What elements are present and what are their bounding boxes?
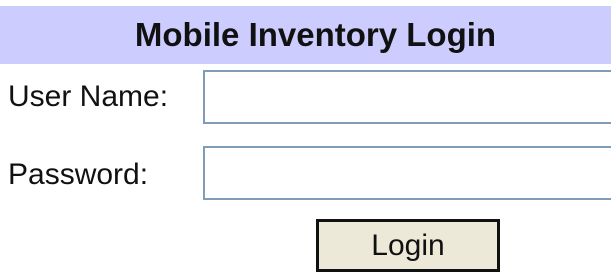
username-label: User Name: — [8, 80, 169, 113]
password-input[interactable] — [203, 146, 611, 200]
login-button[interactable]: Login — [316, 219, 500, 272]
header-bar: Mobile Inventory Login — [0, 6, 611, 64]
page-title: Mobile Inventory Login — [134, 16, 497, 53]
username-input[interactable] — [203, 70, 611, 124]
password-label: Password: — [8, 158, 149, 191]
login-page: Mobile Inventory Login User Name: Passwo… — [0, 0, 611, 272]
